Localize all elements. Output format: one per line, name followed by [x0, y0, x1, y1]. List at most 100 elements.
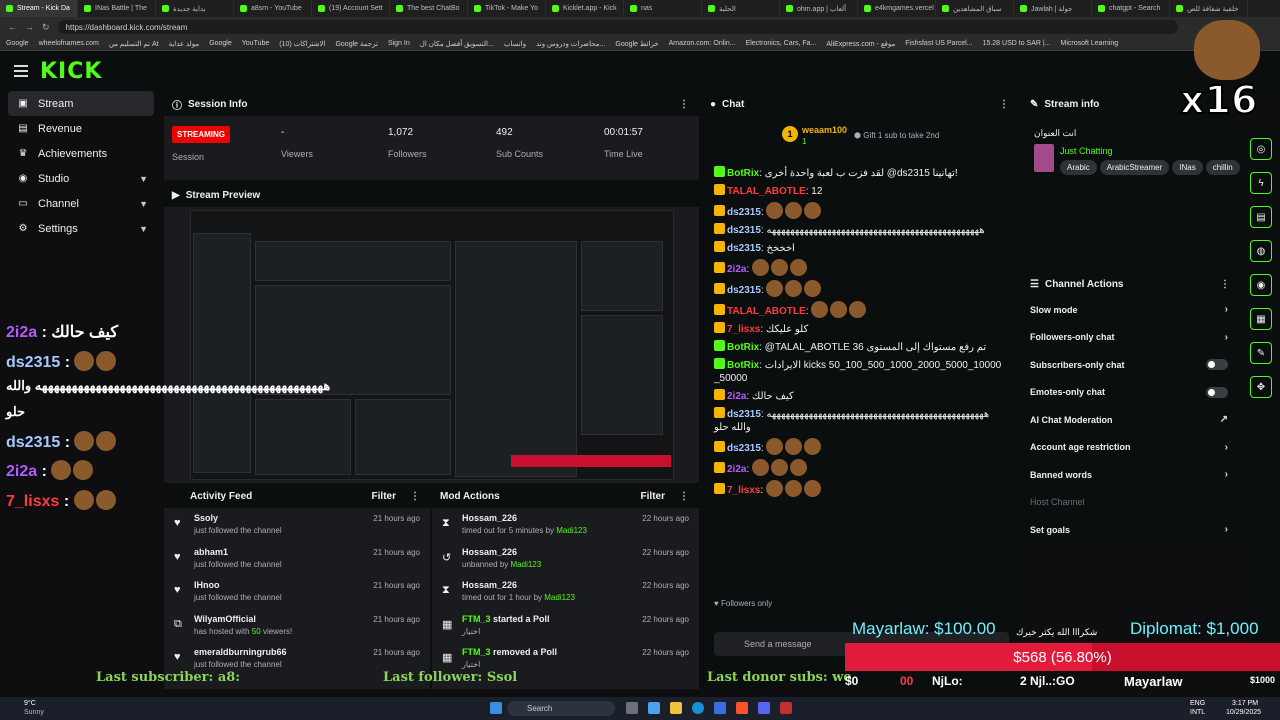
forward-icon[interactable]: → — [25, 22, 34, 32]
taskbar-search[interactable]: Search — [507, 701, 615, 716]
chat-username[interactable]: ds2315 — [727, 409, 761, 420]
brave-icon[interactable] — [736, 702, 748, 714]
chat-username[interactable]: ds2315 — [727, 285, 761, 296]
bookmark-link[interactable]: محاضرات ودروس وند... — [536, 40, 605, 48]
more-options-icon[interactable]: ⋮ — [679, 99, 689, 110]
browser-tab[interactable]: بداية جديدة — [156, 0, 234, 17]
discord-icon[interactable] — [758, 702, 770, 714]
chat-message[interactable]: 2i2a: — [714, 259, 1009, 276]
tag[interactable]: chillin — [1205, 160, 1240, 175]
mod-target-username[interactable]: Hossam_226 — [462, 580, 517, 590]
more-options-icon[interactable]: ⋮ — [410, 491, 420, 502]
language-indicator[interactable]: ENG — [1190, 700, 1205, 707]
browser-tab[interactable]: Jawlah | جولة — [1014, 0, 1092, 17]
browser-tab[interactable]: ohm.app | ألعاب — [780, 0, 858, 17]
chat-username[interactable]: 2i2a — [727, 391, 746, 402]
sidebar-item-settings[interactable]: ⚙ Settings ▼ — [0, 216, 162, 241]
bookmark-link[interactable]: Sign In — [388, 40, 410, 47]
chat-username[interactable]: 2i2a — [727, 264, 746, 275]
mod-action-row[interactable]: ↺ Hossam_226 unbanned by Madi123 22 hours a… — [432, 542, 699, 576]
back-icon[interactable]: ← — [8, 22, 17, 32]
app-icon[interactable] — [780, 702, 792, 714]
task-view-icon[interactable] — [626, 702, 638, 714]
activity-row[interactable]: ♥ IHnoo just followed the channel 21 hours … — [164, 575, 430, 609]
sidebar-item-stream[interactable]: ▣ Stream — [8, 91, 154, 116]
store-icon[interactable] — [714, 702, 726, 714]
channel-action-account-age-restriction[interactable]: Account age restriction › — [1022, 434, 1240, 462]
more-options-icon[interactable]: ⋮ — [1220, 279, 1230, 290]
document-icon[interactable]: ▤ — [1250, 206, 1272, 228]
bookmark-link[interactable]: Google خرائط — [615, 40, 658, 48]
chat-username[interactable]: TALAL_ABOTLE — [727, 306, 806, 317]
chat-message[interactable]: ds2315: — [714, 202, 1009, 219]
browser-tab[interactable]: خلفية شفافة للص — [1170, 0, 1248, 17]
browser-tab[interactable]: الحلبة — [702, 0, 780, 17]
channel-action-followers-only-chat[interactable]: Followers-only chat › — [1022, 324, 1240, 352]
chat-message[interactable]: BotRix: @TALAL_ABOTLE تم رفع مستواك إلى … — [714, 340, 1009, 354]
activity-username[interactable]: Ssoly — [194, 513, 218, 523]
sidebar-item-achievements[interactable]: ♛ Achievements — [0, 141, 162, 166]
chat-message[interactable]: TALAL_ABOTLE: — [714, 301, 1009, 318]
browser-tab[interactable]: Stream - Kick Da — [0, 0, 78, 17]
kick-logo[interactable]: KICK — [40, 59, 102, 84]
browser-tab[interactable]: (19) Account Sett — [312, 0, 390, 17]
bookmark-link[interactable]: AliExpress.com - موقع — [826, 40, 895, 48]
edge-icon[interactable] — [692, 702, 704, 714]
layout-icon[interactable]: ▦ — [1250, 308, 1272, 330]
reload-icon[interactable]: ↻ — [42, 22, 50, 33]
lightning-icon[interactable]: ϟ — [1250, 172, 1272, 194]
activity-username[interactable]: emeraldburningrub66 — [194, 647, 287, 657]
bookmark-link[interactable]: Google — [6, 40, 29, 47]
browser-tab[interactable]: nas — [624, 0, 702, 17]
moderator-username[interactable]: Madi123 — [544, 593, 575, 602]
url-input[interactable]: https://dashboard.kick.com/stream — [57, 20, 1178, 34]
mod-target-username[interactable]: Hossam_226 — [462, 513, 517, 523]
bookmark-link[interactable]: التسويق أفضل مكان ال... — [420, 40, 494, 48]
bookmark-link[interactable]: تم التسليم من At — [109, 40, 159, 48]
chat-username[interactable]: ds2315 — [727, 207, 761, 218]
chat-username[interactable]: ds2315 — [727, 243, 761, 254]
bookmark-link[interactable]: Electronics, Cars, Fa... — [746, 40, 817, 47]
category-link[interactable]: Just Chatting — [1060, 146, 1113, 156]
chat-username[interactable]: 7_lisxs — [727, 324, 760, 335]
pinned-gift-banner[interactable]: 1 weaam100 1 ⬢ Gift 1 sub to take 2nd — [702, 116, 1019, 158]
chat-username[interactable]: 7_lisxs — [727, 485, 760, 496]
chat-username[interactable]: BotRix — [727, 168, 759, 179]
mod-action-row[interactable]: ⧗ Hossam_226 timed out for 1 hour by Madi1… — [432, 575, 699, 609]
browser-tab[interactable]: سباق المشاهدين — [936, 0, 1014, 17]
mod-action-row[interactable]: ▦ FTM_3 started a Poll اختيار 22 hours ago — [432, 609, 699, 643]
browser-tab[interactable]: chatgpt - Search — [1092, 0, 1170, 17]
tag[interactable]: INas — [1172, 160, 1203, 175]
browser-tab[interactable]: e4kmgames.vercel — [858, 0, 936, 17]
mod-action-row[interactable]: ⧗ Hossam_226 timed out for 5 minutes by Ma… — [432, 508, 699, 542]
chat-message[interactable]: BotRix: الايرادات kicks 50_100_500_1000_… — [714, 358, 1009, 385]
menu-icon[interactable] — [14, 65, 28, 77]
channel-action-set-goals[interactable]: Set goals › — [1022, 516, 1240, 544]
activity-row[interactable]: ♥ Ssoly just followed the channel 21 hours … — [164, 508, 430, 542]
toggle-switch[interactable] — [1206, 359, 1228, 371]
activity-username[interactable]: WilyamOfficial — [194, 614, 256, 624]
chat-message[interactable]: TALAL_ABOTLE: 12 — [714, 184, 1009, 198]
bookmark-link[interactable]: Fishsfast US Parcel... — [905, 40, 972, 47]
activity-row[interactable]: ♥ abham1 just followed the channel 21 hours… — [164, 542, 430, 576]
file-explorer-icon[interactable] — [670, 702, 682, 714]
channel-action-ai-chat-moderation[interactable]: AI Chat Moderation ↗ — [1022, 406, 1240, 434]
chat-username[interactable]: 2i2a — [727, 464, 746, 475]
weather-temp[interactable]: 9°C — [24, 700, 36, 707]
moderator-username[interactable]: Madi123 — [511, 560, 542, 569]
start-icon[interactable] — [490, 702, 502, 714]
bookmark-link[interactable]: wheelofnames.com — [39, 40, 99, 47]
chat-username[interactable]: ds2315 — [727, 225, 761, 236]
activity-row[interactable]: ⧉ WilyamOfficial has hosted with 50 viewer… — [164, 609, 430, 643]
channel-action-banned-words[interactable]: Banned words › — [1022, 461, 1240, 489]
filter-button[interactable]: Filter — [641, 491, 665, 502]
chat-message[interactable]: 2i2a: كيف حالك — [714, 389, 1009, 403]
bookmark-link[interactable]: Google ترجمة — [335, 40, 377, 48]
bookmark-link[interactable]: Google — [209, 40, 232, 47]
broadcast-icon[interactable]: ◉ — [1250, 274, 1272, 296]
copilot-icon[interactable] — [648, 702, 660, 714]
chat-message[interactable]: 7_lisxs: — [714, 480, 1009, 497]
chat-message[interactable]: ds2315: — [714, 280, 1009, 297]
mod-target-username[interactable]: FTM_3 — [462, 614, 491, 624]
browser-tab[interactable]: a8sm - YouTube — [234, 0, 312, 17]
